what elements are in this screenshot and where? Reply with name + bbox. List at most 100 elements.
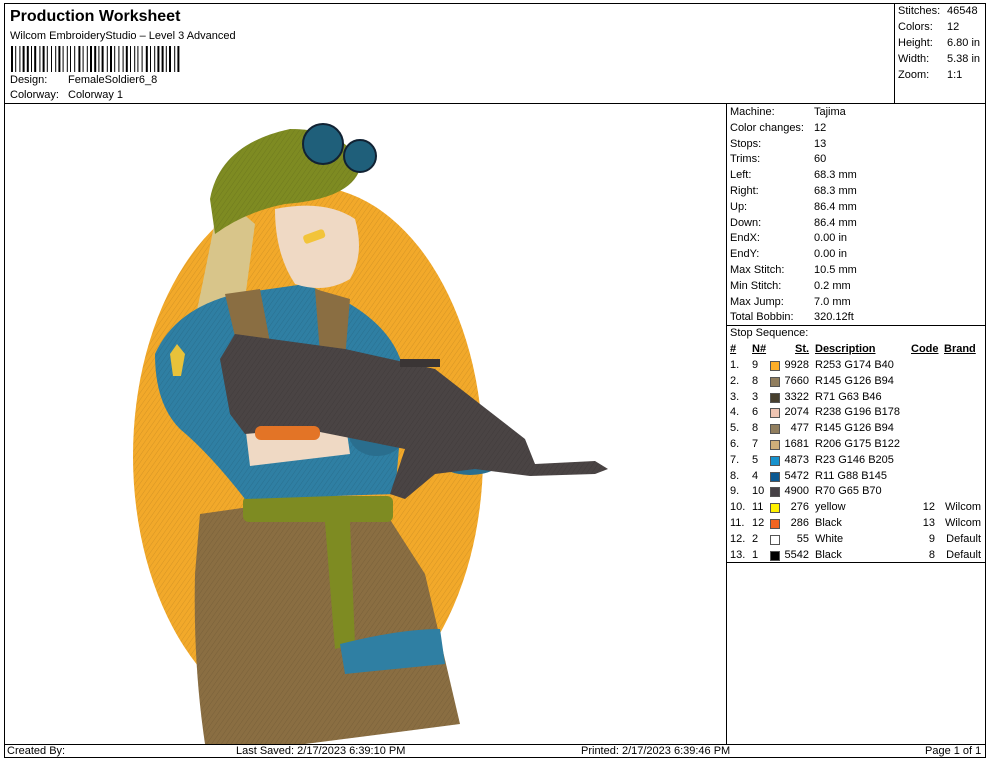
needle-number: 9 [752, 359, 759, 371]
needle-number: 3 [752, 390, 759, 403]
row-number: 5. [730, 422, 740, 435]
machine-row: Total Bobbin: 320.12ft [730, 311, 854, 323]
machine-label: Total Bobbin: [730, 311, 794, 324]
barcode-bar [157, 46, 160, 72]
barcode-bar [177, 46, 180, 72]
barcode-bar [94, 46, 97, 72]
needle-number: 8 [752, 374, 759, 387]
row-number: 11. [730, 517, 745, 529]
stat-stitches: Stitches: 46548 [898, 5, 978, 17]
goggle-lens-right [343, 139, 377, 173]
machine-value: 60 [814, 153, 827, 166]
table-row: 3. 3 3322 R71 G63 B46 [727, 391, 986, 407]
barcode-bar [165, 46, 167, 72]
machine-row: Right: 68.3 mm [730, 185, 857, 197]
color-swatch [770, 519, 780, 529]
color-description: R70 G65 B70 [815, 485, 882, 498]
color-swatch [770, 471, 780, 482]
needle-number: 10 [752, 485, 765, 498]
barcode-bar [161, 46, 164, 72]
barcode-bar [122, 46, 124, 72]
row-number: 9. [730, 485, 740, 498]
barcode-bar [39, 46, 41, 72]
thread-brand: Wilcom [944, 501, 981, 514]
colorway-name: Colorway 1 [68, 89, 124, 101]
table-row: 1. 9 9928 R253 G174 B40 [727, 359, 986, 375]
design-row: Design: FemaleSoldier6_8 [10, 74, 157, 86]
color-description: yellow [815, 501, 846, 514]
row-number: 7. [730, 453, 740, 466]
color-description: R71 G63 B46 [815, 390, 882, 403]
stitch-count: 5542 [784, 548, 809, 561]
barcode-bar [86, 46, 88, 72]
stitch-count: 3322 [784, 390, 809, 403]
barcode-bar [62, 46, 64, 72]
machine-value: 0.00 in [814, 232, 848, 245]
stitch-count: 276 [790, 501, 809, 514]
barcode-bar [70, 46, 71, 72]
page-number: Page 1 of 1 [925, 745, 982, 757]
row-number: 10. [730, 501, 746, 514]
stitch-count: 7660 [784, 374, 809, 387]
embroidery-design-icon [133, 123, 608, 744]
table-row: 4. 6 2074 R238 G196 B178 [727, 406, 986, 422]
barcode-bar [26, 46, 29, 72]
color-description: R206 G175 B122 [815, 438, 901, 450]
stitch-count: 55 [796, 532, 809, 545]
barcode-bar [141, 46, 143, 72]
machine-label: Trims: [730, 153, 761, 166]
barcode-bar [150, 46, 151, 72]
page-title: Production Worksheet [10, 8, 181, 25]
machine-row: Left: 68.3 mm [730, 169, 857, 181]
machine-value: 12 [814, 121, 827, 134]
machine-row: Color changes: 12 [730, 122, 826, 134]
color-description: R11 G88 B145 [815, 469, 887, 482]
color-swatch [770, 550, 780, 561]
barcode-bar [74, 46, 76, 72]
row-number: 1. [730, 359, 740, 371]
goggle-lens-left [302, 123, 344, 165]
machine-row: Stops: 13 [730, 138, 826, 150]
col-header-stitches: St. [795, 343, 810, 355]
printed-date: Printed: 2/17/2023 6:39:46 PM [581, 745, 731, 757]
machine-row: EndY: 0.00 in [730, 248, 847, 260]
color-swatch [770, 376, 780, 387]
colorway-row: Colorway: Colorway 1 [10, 89, 123, 101]
barcode-bar [22, 46, 25, 72]
row-number: 13. [730, 548, 746, 561]
barcode-bar [174, 46, 176, 72]
design-name: FemaleSoldier6_8 [68, 74, 158, 86]
row-number: 4. [730, 406, 740, 419]
col-header-code: Code [911, 343, 939, 355]
stitch-count: 477 [790, 422, 809, 435]
stitch-count: 5472 [784, 469, 809, 482]
thread-brand: Wilcom [944, 517, 981, 529]
machine-value: 0.2 mm [814, 279, 851, 292]
color-description: R23 G146 B205 [815, 453, 894, 466]
machine-value: 13 [814, 137, 827, 150]
machine-label: Left: [730, 169, 752, 182]
needle-number: 1 [752, 548, 759, 561]
created-by: Created By: [7, 745, 66, 757]
machine-row: Machine: Tajima [730, 106, 846, 118]
barcode-bar [82, 46, 84, 72]
color-swatch [770, 424, 780, 435]
stop-sequence-panel: Stop Sequence: # N# St. Description Code… [727, 326, 986, 563]
stitch-count: 4873 [784, 453, 809, 466]
stitch-count: 2074 [784, 406, 809, 419]
machine-value: Tajima [814, 106, 846, 118]
table-row: 6. 7 1681 R206 G175 B122 [727, 438, 986, 454]
barcode-bar [19, 46, 21, 72]
table-row: 10. 11 276 yellow 12 Wilcom [727, 501, 986, 517]
barcode-bar [98, 46, 100, 72]
belt-shape [243, 496, 393, 522]
stat-width: Width: 5.38 in [898, 53, 981, 65]
color-swatch [770, 487, 780, 498]
worksheet-footer: Created By: Last Saved: 2/17/2023 6:39:1… [4, 744, 986, 758]
design-label: Design: [10, 74, 48, 86]
col-header-brand: Brand [944, 343, 976, 355]
color-description: Black [815, 517, 842, 529]
row-number: 3. [730, 390, 740, 403]
barcode-bar [90, 46, 92, 72]
stat-height: Height: 6.80 in [898, 37, 981, 49]
